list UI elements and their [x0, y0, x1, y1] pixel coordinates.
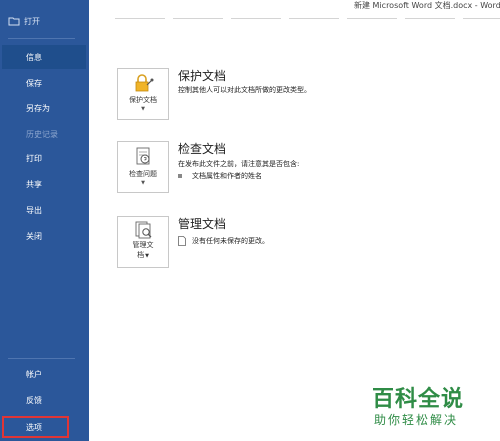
- protect-document-title: 保护文档: [178, 69, 227, 83]
- divider: [347, 18, 397, 19]
- manage-document-button[interactable]: 管理文 档▼: [117, 216, 169, 268]
- sidebar-item-label: 帐户: [26, 369, 42, 379]
- inspect-document-title: 检查文档: [178, 142, 227, 156]
- manage-status-row: 没有任何未保存的更改。: [178, 236, 269, 246]
- protect-document-button[interactable]: 保护文档 ▼: [117, 68, 169, 120]
- manage-icon: [135, 221, 152, 239]
- chevron-down-icon: ▼: [145, 253, 149, 259]
- sidebar-item-print[interactable]: 打印: [2, 146, 86, 170]
- sidebar-item-save[interactable]: 保存: [2, 71, 86, 95]
- watermark-logo: 百科全说 助你轻松解决: [366, 377, 488, 435]
- sidebar-item-close[interactable]: 关闭: [2, 224, 86, 248]
- open-item[interactable]: 打开: [8, 14, 40, 28]
- divider: [173, 18, 223, 19]
- sidebar-item-label: 历史记录: [26, 129, 58, 139]
- watermark-title: 百科全说: [372, 387, 465, 412]
- sidebar-item-feedback[interactable]: 反馈: [2, 388, 86, 412]
- bullet-icon: [178, 174, 182, 178]
- manage-document-tile-label: 管理文: [132, 241, 154, 249]
- sidebar-item-label: 反馈: [26, 395, 42, 405]
- divider: [463, 18, 500, 19]
- protect-document-desc: 控制其他人可以对此文档所做的更改类型。: [178, 86, 311, 94]
- lock-icon: [135, 74, 154, 92]
- sidebar-item-label: 另存为: [26, 103, 50, 113]
- sidebar-item-save-as[interactable]: 另存为: [2, 96, 86, 120]
- sidebar-item-history: 历史记录: [2, 122, 86, 146]
- inspect-bullet: 文档属性和作者的姓名: [178, 171, 262, 181]
- divider: [405, 18, 455, 19]
- open-label: 打开: [24, 16, 40, 26]
- sidebar-item-account[interactable]: 帐户: [2, 362, 86, 386]
- check-issues-button[interactable]: 检查问题 ▼: [117, 141, 169, 193]
- open-folder-icon: [8, 17, 20, 26]
- sidebar-item-export[interactable]: 导出: [2, 198, 86, 222]
- divider: [289, 18, 339, 19]
- chevron-down-icon: ▼: [141, 106, 145, 112]
- manage-document-title: 管理文档: [178, 217, 227, 231]
- manage-document-tile-label-2: 档: [137, 251, 145, 259]
- inspect-bullet-text: 文档属性和作者的姓名: [192, 172, 262, 180]
- manage-document-desc: 没有任何未保存的更改。: [192, 237, 269, 245]
- divider: [231, 18, 281, 19]
- sidebar-item-label: 关闭: [26, 231, 42, 241]
- sidebar-item-label: 打印: [26, 153, 42, 163]
- sidebar-item-label: 信息: [26, 52, 42, 62]
- sidebar-divider: [8, 38, 75, 39]
- sidebar-item-label: 共享: [26, 179, 42, 189]
- divider: [115, 18, 165, 19]
- sidebar-item-share[interactable]: 共享: [2, 172, 86, 196]
- watermark-subtitle: 助你轻松解决: [374, 413, 459, 427]
- check-issues-tile-label: 检查问题: [129, 170, 157, 178]
- sidebar-item-info[interactable]: 信息: [2, 45, 86, 69]
- protect-document-tile-label: 保护文档: [129, 96, 157, 104]
- manage-document-tile-label-line2: 档▼: [118, 251, 168, 261]
- inspect-document-desc: 在发布此文件之前，请注意其是否包含:: [178, 160, 300, 168]
- sidebar-item-options[interactable]: 选项: [2, 416, 69, 438]
- sidebar-divider: [8, 358, 75, 359]
- inspect-icon: [136, 147, 150, 165]
- sidebar-item-label: 导出: [26, 205, 42, 215]
- sidebar-item-label: 选项: [26, 422, 42, 432]
- document-icon: [178, 236, 186, 246]
- window-title: 新建 Microsoft Word 文档.docx - Word: [354, 1, 500, 10]
- chevron-down-icon: ▼: [141, 180, 145, 186]
- sidebar-item-label: 保存: [26, 78, 42, 88]
- backstage-sidebar: 打开 信息 保存 另存为 历史记录 打印 共享 导出 关闭 帐户 反馈 选项: [0, 0, 89, 441]
